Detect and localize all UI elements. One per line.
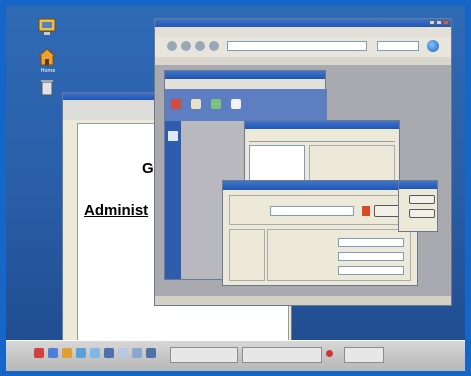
display-icon[interactable] [191, 99, 201, 109]
control-panel-toolbar[interactable] [165, 79, 325, 89]
forward-icon[interactable] [181, 41, 191, 51]
help-launcher-icon[interactable] [146, 348, 156, 358]
terminal-launcher-icon[interactable] [118, 348, 128, 358]
browser-menubar[interactable] [155, 27, 451, 37]
ok-button[interactable] [409, 195, 435, 204]
start-icon[interactable] [34, 348, 44, 358]
stop-icon[interactable] [209, 41, 219, 51]
side-icon[interactable] [168, 131, 178, 141]
browser-launcher-icon[interactable] [48, 348, 58, 358]
properties-tabs[interactable] [249, 133, 395, 142]
cancel-button[interactable] [409, 209, 435, 218]
detail-field-3[interactable] [338, 266, 404, 275]
throbber-icon [427, 40, 439, 52]
warning-icon [362, 206, 370, 216]
browser-toolbar[interactable] [155, 37, 451, 57]
files-launcher-icon[interactable] [104, 348, 114, 358]
home-icon-label: Home [40, 68, 56, 74]
edit-dialog[interactable] [222, 180, 418, 286]
home-icon[interactable] [36, 46, 58, 68]
control-panel-side [165, 121, 181, 279]
browser-titlebar[interactable] [155, 19, 451, 27]
control-panel-icon-strip [165, 89, 327, 121]
side-dialog-titlebar[interactable] [399, 181, 437, 189]
details-group [267, 229, 411, 281]
search-field[interactable] [377, 41, 419, 51]
maximize-button[interactable] [436, 20, 442, 25]
address-bar[interactable] [227, 41, 367, 51]
back-icon[interactable] [167, 41, 177, 51]
taskbar-item-browser[interactable] [170, 347, 238, 363]
trash-icon[interactable] [36, 76, 58, 98]
name-field[interactable] [270, 206, 354, 216]
clock[interactable] [344, 347, 384, 363]
bookmarks-bar[interactable] [155, 57, 451, 65]
reload-icon[interactable] [195, 41, 205, 51]
properties-titlebar[interactable] [245, 121, 399, 129]
detail-field-2[interactable] [338, 252, 404, 261]
taskbar-item-control-panel[interactable] [242, 347, 322, 363]
control-panel-titlebar[interactable] [165, 71, 325, 79]
settings-icon[interactable] [231, 99, 241, 109]
document-subheading: Administ [84, 202, 149, 219]
browser-statusbar [155, 296, 451, 305]
minimize-button[interactable] [429, 20, 435, 25]
users-icon[interactable] [211, 99, 221, 109]
mail-launcher-icon[interactable] [76, 348, 86, 358]
computer-icon[interactable] [36, 16, 58, 38]
settings-launcher-icon[interactable] [132, 348, 142, 358]
network-icon[interactable] [171, 99, 181, 109]
taskbar [6, 340, 465, 371]
edit-dialog-titlebar[interactable] [223, 181, 417, 190]
home-launcher-icon[interactable] [62, 348, 72, 358]
alert-icon[interactable] [326, 350, 333, 357]
side-dialog[interactable] [398, 180, 438, 232]
detail-field-1[interactable] [338, 238, 404, 247]
name-group [229, 195, 411, 225]
office-launcher-icon[interactable] [90, 348, 100, 358]
close-button[interactable] [443, 20, 449, 25]
options-group [229, 229, 265, 281]
